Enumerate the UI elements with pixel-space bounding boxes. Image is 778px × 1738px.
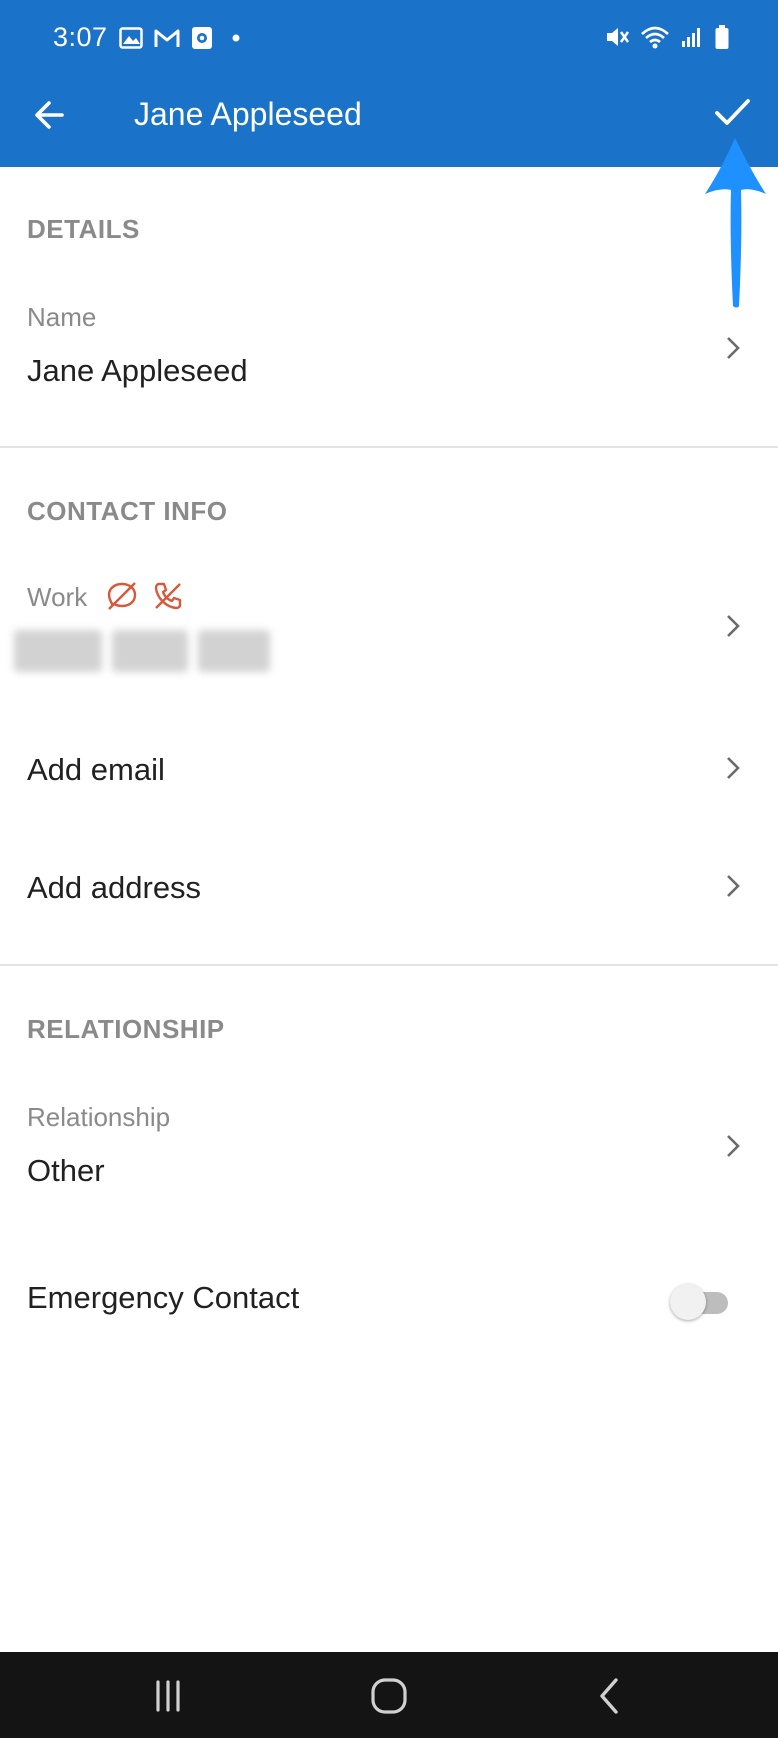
emergency-contact-row: Emergency Contact [0,1262,778,1342]
outlook-icon [192,27,212,49]
name-row[interactable]: Name Jane Appleseed [0,290,778,410]
gmail-icon [154,29,180,47]
status-time: 3:07 [53,22,108,52]
relationship-label: Relationship [27,1102,171,1132]
emergency-contact-label: Emergency Contact [27,1280,300,1315]
annotation-arrow-icon [705,138,766,308]
recents-icon[interactable] [146,1674,190,1718]
emergency-contact-toggle[interactable] [670,1281,732,1320]
no-call-icon [154,582,182,610]
divider [0,964,778,966]
arrow-left-icon[interactable] [28,92,74,138]
add-address-label: Add address [27,870,202,905]
section-header-details: DETAILS [27,214,140,244]
status-bar: 3:07 [0,0,778,78]
battery-icon [715,25,729,49]
status-right-icons [604,24,730,50]
app-bar: 3:07 Jane Appleseed [0,0,778,167]
no-sms-icon [107,582,137,610]
back-icon[interactable] [588,1674,632,1718]
name-label: Name [27,302,97,332]
divider [0,446,778,448]
add-email-label: Add email [27,752,165,787]
dot-icon [232,34,240,42]
section-header-contact-info: CONTACT INFO [27,496,228,526]
signal-icon [682,28,700,47]
check-icon[interactable] [710,90,754,134]
toolbar: Jane Appleseed [0,78,778,167]
toggle-thumb [670,1284,706,1320]
wifi-icon [641,26,669,49]
add-address-row[interactable]: Add address [0,848,778,928]
home-icon[interactable] [367,1674,411,1718]
redacted-phone-number [14,630,270,672]
name-value: Jane Appleseed [27,353,248,388]
chevron-right-icon [727,1135,740,1157]
chevron-right-icon [727,337,740,359]
work-label: Work [27,582,88,612]
relationship-row[interactable]: Relationship Other [0,1090,778,1210]
page-title: Jane Appleseed [134,96,362,132]
relationship-value: Other [27,1153,105,1188]
status-left-icons [119,26,242,50]
chevron-right-icon [727,757,740,779]
chevron-right-icon [727,615,740,637]
add-email-row[interactable]: Add email [0,730,778,810]
image-icon [119,27,143,49]
system-nav-bar [0,1652,778,1738]
mute-icon [607,28,630,46]
chevron-right-icon [727,875,740,897]
work-status-icons [106,580,184,612]
section-header-relationship: RELATIONSHIP [27,1014,225,1044]
